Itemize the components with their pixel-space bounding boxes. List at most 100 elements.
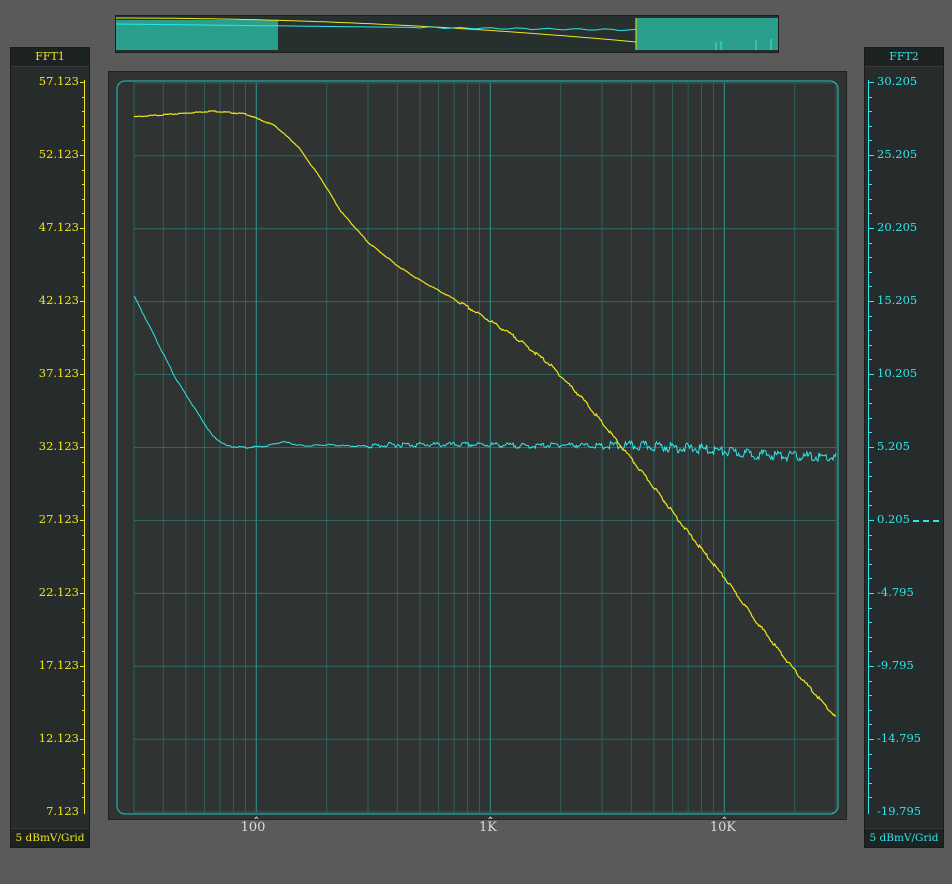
axis-tick-mark [869,563,872,565]
fft1-axis-panel: FFT1 57.123 52.123 47.123 42.123 37.123 32.12… [10,47,90,848]
fft2-tick-label: 25.205 [877,147,918,161]
axis-tick-mark [82,651,85,653]
fft1-tick-label: 7.123 [46,804,79,818]
axis-tick-mark [82,417,85,419]
axis-tick-mark [82,125,85,127]
axis-tick-mark [82,111,85,113]
fft2-axis-panel: FFT2 30.205 25.205 20.205 15.205 10.205 5.205… [864,47,944,848]
x-tick-arrow [488,816,493,819]
fft1-tick-label: 12.123 [38,731,79,745]
axis-tick-mark [869,169,872,171]
overview-strip[interactable] [115,15,779,53]
axis-tick-mark [869,753,872,755]
axis-tick-mark [869,403,872,405]
axis-tick-mark [82,184,85,186]
axis-tick-mark [82,797,85,799]
axis-tick-mark [82,388,85,390]
axis-tick-mark [82,461,85,463]
axis-tick-mark [869,82,874,83]
axis-tick-mark [869,155,874,156]
fft1-tick-label: 17.123 [38,658,79,672]
fft2-scale: 5 dBmV/Grid [865,828,943,847]
axis-tick-mark [869,768,872,770]
axis-tick-mark [869,520,874,521]
axis-tick-mark [869,286,872,288]
axis-tick-mark [869,636,872,638]
fft2-tick-label: -19.795 [877,804,922,818]
axis-tick-mark [869,228,874,229]
fft2-tick-label: -14.795 [877,731,922,745]
fft1-tick-label: 52.123 [38,147,79,161]
axis-tick-mark [869,315,872,317]
fft2-tick-label: 0.205 [877,512,910,526]
axis-tick-mark [82,505,85,507]
axis-tick-mark [869,797,872,799]
axis-tick-mark [869,330,872,332]
axis-tick-mark [82,198,85,200]
axis-tick-mark [82,96,85,98]
axis-tick-mark [869,739,874,740]
axis-tick-mark [82,622,85,624]
axis-tick-mark [869,666,874,667]
axis-tick-mark [80,447,85,448]
axis-tick-mark [869,709,872,711]
axis-tick-mark [80,374,85,375]
axis-tick-mark [869,447,874,448]
axis-tick-mark [80,520,85,521]
axis-tick-mark [869,271,872,273]
axis-tick-mark [869,417,872,419]
axis-tick-mark [869,593,874,594]
axis-tick-mark [82,680,85,682]
axis-tick-mark [869,198,872,200]
axis-tick-mark [82,607,85,609]
axis-tick-mark [82,344,85,346]
axis-tick-mark [869,301,874,302]
axis-tick-mark [82,578,85,580]
axis-tick-mark [869,680,872,682]
axis-tick-mark [82,242,85,244]
axis-tick-mark [869,96,872,98]
fft2-level-marker[interactable] [913,520,939,522]
axis-tick-mark [869,184,872,186]
fft1-scale: 5 dBmV/Grid [11,828,89,847]
axis-tick-mark [869,724,872,726]
axis-tick-mark [82,709,85,711]
fft1-tick-label: 27.123 [38,512,79,526]
axis-tick-mark [869,695,872,697]
axis-tick-mark [82,549,85,551]
x-tick-arrow [722,816,727,819]
axis-tick-mark [82,724,85,726]
fft2-tick-label: 20.205 [877,220,918,234]
axis-tick-mark [869,242,872,244]
x-tick-label-1k: 1K [479,820,497,835]
axis-tick-mark [869,388,872,390]
axis-tick-mark [82,695,85,697]
fft1-tick-label: 42.123 [38,293,79,307]
axis-tick-mark [80,739,85,740]
fft2-title: FFT2 [865,48,943,67]
axis-tick-mark [82,271,85,273]
axis-tick-mark [869,432,872,434]
axis-tick-mark [869,461,872,463]
axis-tick-mark [82,286,85,288]
axis-tick-mark [869,140,872,142]
axis-tick-mark [82,768,85,770]
fft1-tick-label: 57.123 [38,74,79,88]
plot-area[interactable] [108,71,847,820]
axis-tick-mark [82,140,85,142]
fft1-tick-label: 37.123 [38,366,79,380]
axis-tick-mark [82,753,85,755]
fft2-trace [133,295,837,463]
axis-tick-mark [80,155,85,156]
axis-tick-mark [869,111,872,113]
axis-tick-mark [869,651,872,653]
axis-tick-mark [869,359,872,361]
overview-graph [116,17,778,50]
axis-tick-mark [869,607,872,609]
x-tick-label-100: 100 [240,820,266,835]
axis-tick-mark [82,476,85,478]
axis-tick-mark [80,228,85,229]
axis-tick-mark [869,374,874,375]
axis-tick-mark [82,359,85,361]
axis-tick-mark [82,257,85,259]
